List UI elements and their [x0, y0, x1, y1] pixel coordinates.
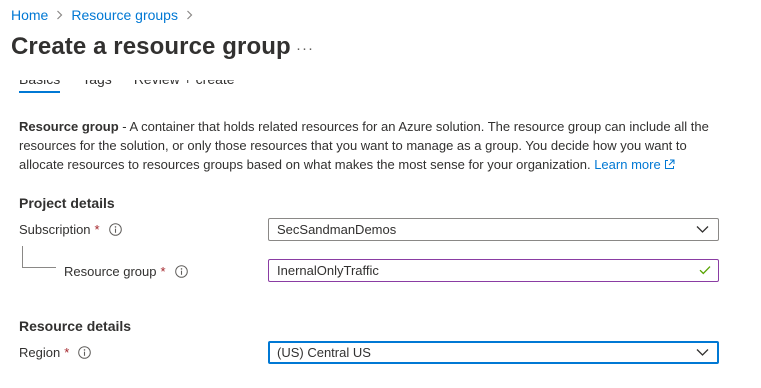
- breadcrumb-resource-groups-link[interactable]: Resource groups: [71, 7, 178, 23]
- subscription-label-text: Subscription: [19, 222, 91, 237]
- resource-group-label-text: Resource group: [64, 264, 157, 279]
- resource-group-label: Resource group *: [64, 264, 188, 279]
- resource-group-name-input[interactable]: InernalOnlyTraffic: [268, 259, 719, 282]
- external-link-icon: [664, 156, 675, 175]
- required-asterisk: *: [160, 264, 166, 279]
- breadcrumb-home-link[interactable]: Home: [11, 7, 48, 23]
- tab-tags[interactable]: Tags: [82, 80, 112, 93]
- more-options-button[interactable]: ···: [296, 40, 314, 57]
- info-icon[interactable]: [174, 265, 188, 278]
- region-dropdown[interactable]: (US) Central US: [268, 341, 719, 364]
- info-icon[interactable]: [78, 346, 92, 359]
- chevron-right-icon: [56, 10, 63, 20]
- subscription-dropdown[interactable]: SecSandmanDemos: [268, 218, 719, 241]
- checkmark-icon: [699, 265, 711, 275]
- info-icon[interactable]: [108, 223, 122, 236]
- breadcrumb: Home Resource groups: [11, 7, 201, 23]
- region-label-text: Region: [19, 345, 61, 360]
- chevron-down-icon: [696, 225, 709, 234]
- description-term: Resource group: [19, 119, 119, 134]
- tab-strip: Basics Tags Review + create: [0, 80, 761, 100]
- chevron-down-icon: [696, 348, 709, 357]
- tab-review-create[interactable]: Review + create: [134, 80, 235, 93]
- tree-connector: [22, 246, 56, 268]
- project-details-heading: Project details: [19, 195, 115, 211]
- subscription-value: SecSandmanDemos: [277, 222, 397, 237]
- chevron-right-icon: [186, 10, 193, 20]
- page-title: Create a resource group: [11, 33, 291, 60]
- resource-details-heading: Resource details: [19, 318, 132, 334]
- subscription-label: Subscription *: [19, 222, 122, 237]
- learn-more-link[interactable]: Learn more: [594, 157, 660, 172]
- region-label: Region *: [19, 345, 92, 360]
- required-asterisk: *: [94, 222, 100, 237]
- resource-group-name-value: InernalOnlyTraffic: [277, 263, 379, 278]
- tab-basics[interactable]: Basics: [19, 80, 61, 93]
- resource-group-description: Resource group - A container that holds …: [19, 117, 719, 175]
- required-asterisk: *: [64, 345, 70, 360]
- region-value: (US) Central US: [277, 345, 371, 360]
